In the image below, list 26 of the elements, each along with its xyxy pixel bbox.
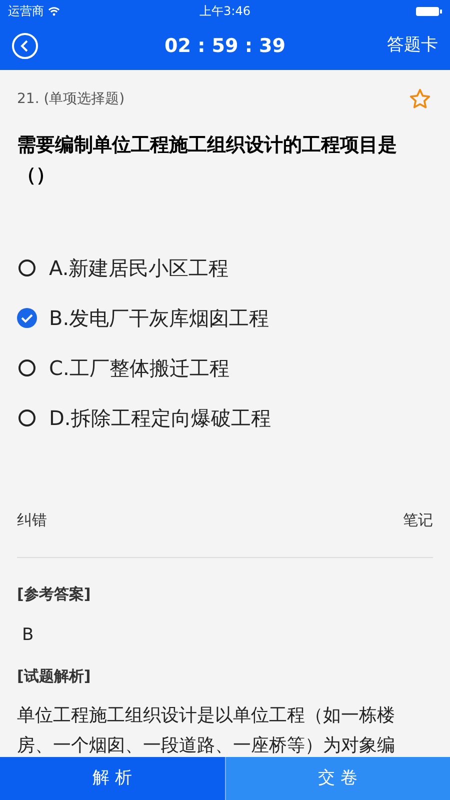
- answer-value: B: [22, 624, 35, 647]
- answer-card-button[interactable]: 答题卡: [387, 33, 438, 59]
- clock: 上午3:46: [200, 3, 250, 20]
- bottom-tab[interactable]: 解 析: [0, 757, 224, 800]
- chevron-left-icon: [20, 40, 30, 52]
- answer-option[interactable]: C.工厂整体搬迁工程: [17, 343, 433, 393]
- question-text: 需要编制单位工程施工组织设计的工程项目是（）: [17, 133, 398, 188]
- check-icon: [17, 308, 37, 328]
- battery-icon: [416, 6, 442, 16]
- wifi-icon: [48, 6, 60, 16]
- carrier-label: 运营商: [8, 3, 44, 20]
- question-number: 21. (单项选择题): [17, 90, 125, 108]
- notes-link[interactable]: 笔记: [403, 509, 433, 532]
- answer-option[interactable]: B.发电厂干灰库烟囱工程: [17, 293, 433, 343]
- radio-icon: [17, 358, 37, 378]
- analysis-heading: [试题解析]: [17, 666, 92, 686]
- answer-option[interactable]: D.拆除工程定向爆破工程: [17, 393, 433, 443]
- star-icon[interactable]: [409, 88, 431, 110]
- radio-icon: [17, 408, 37, 428]
- answer-heading: [参考答案]: [17, 584, 92, 604]
- report-error-link[interactable]: 纠错: [17, 509, 47, 532]
- radio-icon: [17, 258, 37, 278]
- back-button[interactable]: [12, 33, 38, 59]
- answer-option[interactable]: A.新建居民小区工程: [17, 243, 433, 293]
- analysis-text: 单位工程施工组织设计是以单位工程（如一栋楼房、一个烟囱、一段道路、一座桥等）为对象编: [17, 704, 396, 758]
- countdown-timer: 02 : 59 : 39: [164, 34, 286, 59]
